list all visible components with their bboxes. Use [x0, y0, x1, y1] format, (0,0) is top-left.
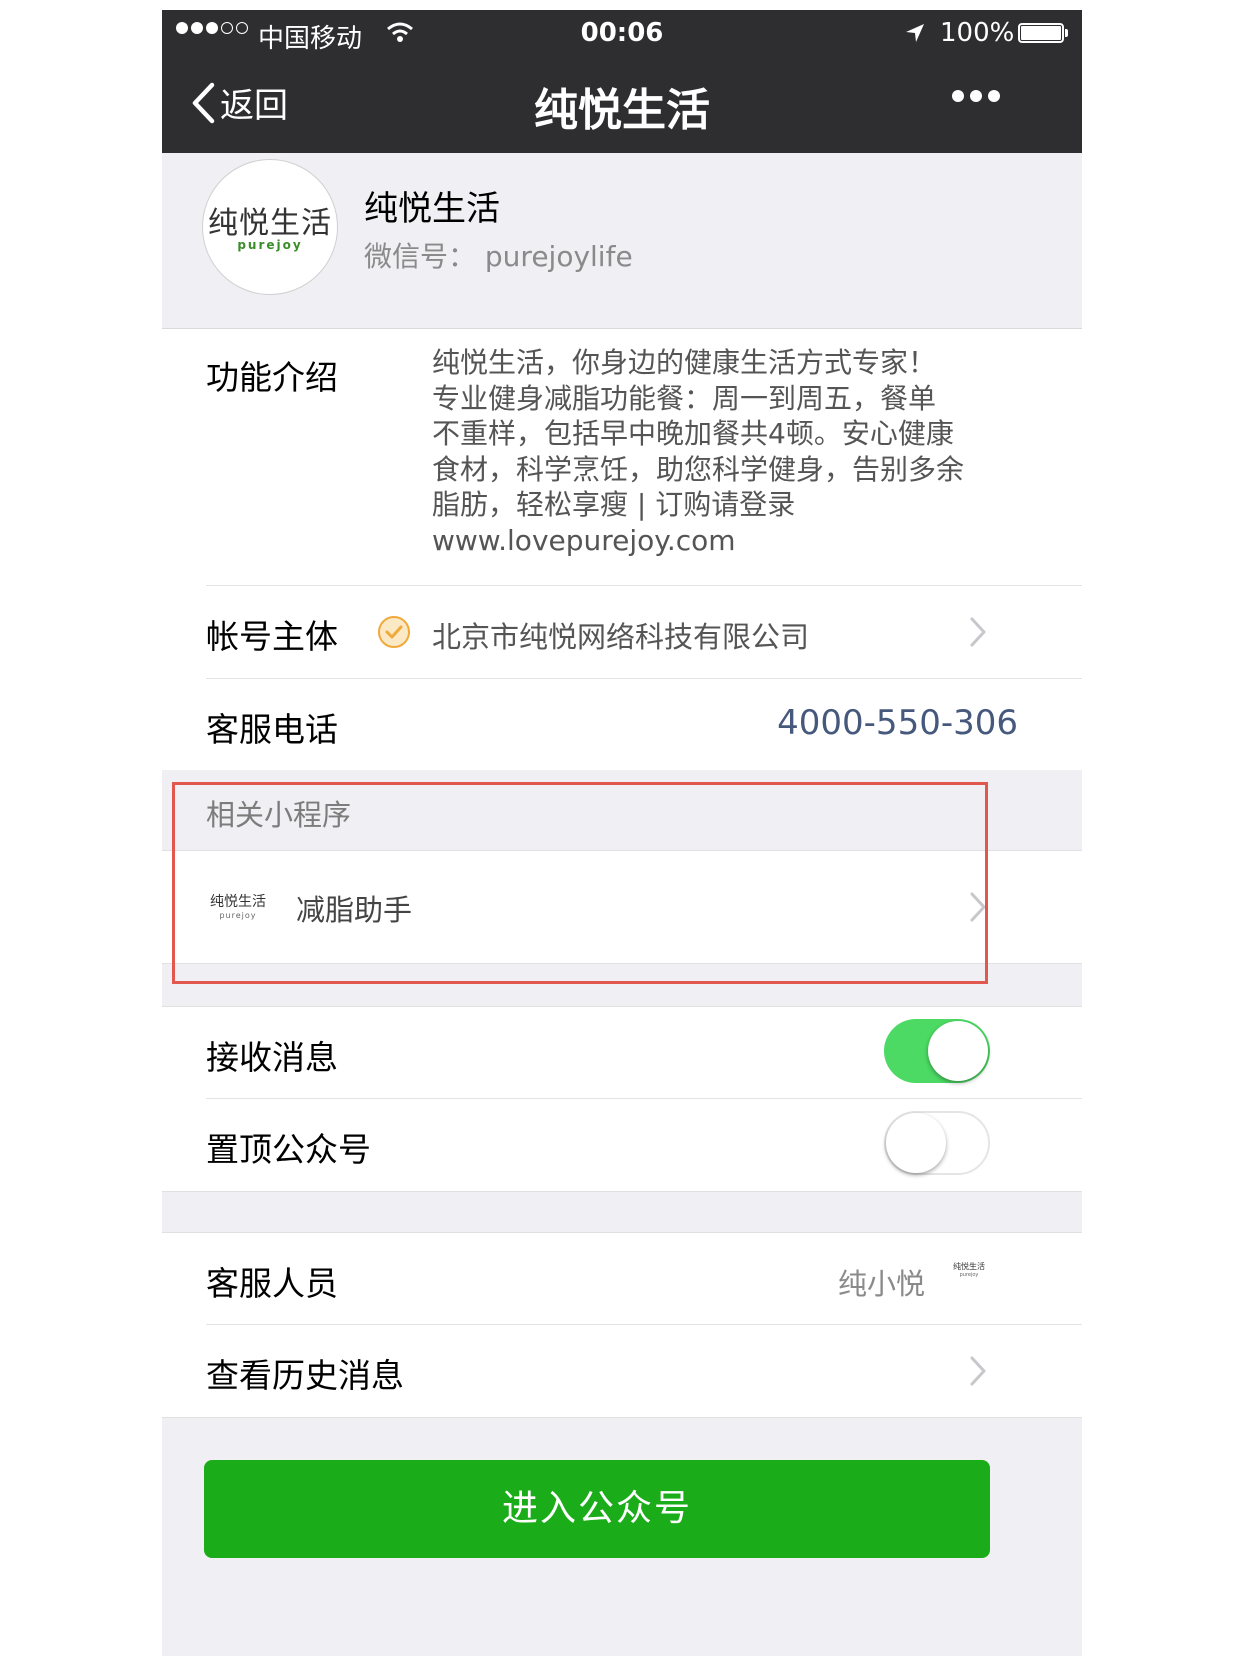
account-subject-label: 帐号主体 — [206, 617, 338, 656]
highlight-box — [172, 782, 988, 984]
battery-tip — [1065, 29, 1068, 37]
info-section: 功能介绍 纯悦生活，你身边的健康生活方式专家！ 专业健身减脂功能餐：周一到周五，… — [162, 329, 1082, 770]
wechat-id: 微信号： purejoylife — [364, 240, 633, 273]
pin-account-label: 置顶公众号 — [206, 1130, 371, 1169]
service-section: 客服人员 纯小悦 纯悦生活 purejoy 查看历史消息 — [162, 1232, 1082, 1418]
phone-screen: 中国移动 00:06 100% 返回 纯悦生活 纯悦生活 purejoy 纯悦生… — [162, 10, 1082, 1656]
intro-label: 功能介绍 — [206, 358, 338, 397]
status-bar: 中国移动 00:06 100% — [162, 10, 1082, 58]
account-subject-row[interactable]: 帐号主体 北京市纯悦网络科技有限公司 — [162, 586, 1082, 678]
avatar[interactable]: 纯悦生活 purejoy — [202, 159, 338, 295]
service-phone-number[interactable]: 4000-550-306 — [777, 703, 1018, 743]
location-arrow-icon — [906, 24, 924, 42]
settings-section: 接收消息 置顶公众号 — [162, 1006, 1082, 1192]
pin-account-row: 置顶公众号 — [162, 1099, 1082, 1191]
avatar-logo-text: 纯悦生活 — [208, 206, 332, 241]
account-name: 纯悦生活 — [364, 189, 500, 229]
battery-percent: 100% — [940, 18, 1015, 48]
intro-text: 纯悦生活，你身边的健康生活方式专家！ 专业健身减脂功能餐：周一到周五，餐单 不重… — [432, 346, 965, 557]
service-agent-name: 纯小悦 — [838, 1267, 926, 1301]
service-agent-row[interactable]: 客服人员 纯小悦 纯悦生活 purejoy — [162, 1233, 1082, 1324]
account-subject-value: 北京市纯悦网络科技有限公司 — [432, 620, 810, 654]
intro-row: 功能介绍 纯悦生活，你身边的健康生活方式专家！ 专业健身减脂功能餐：周一到周五，… — [162, 329, 1082, 585]
profile-header: 纯悦生活 purejoy 纯悦生活 微信号： purejoylife — [162, 153, 1082, 329]
history-messages-row[interactable]: 查看历史消息 — [162, 1325, 1082, 1417]
chevron-right-icon — [970, 617, 986, 647]
avatar-logo-subtext: purejoy — [237, 238, 303, 252]
receive-messages-toggle[interactable] — [884, 1019, 990, 1083]
battery-icon — [1018, 23, 1064, 43]
service-phone-label: 客服电话 — [206, 710, 338, 749]
more-options-icon[interactable] — [952, 90, 1000, 102]
navigation-bar: 中国移动 00:06 100% 返回 纯悦生活 — [162, 10, 1082, 153]
verified-badge-icon — [378, 616, 410, 648]
service-agent-label: 客服人员 — [206, 1264, 338, 1303]
service-phone-row[interactable]: 客服电话 4000-550-306 — [162, 679, 1082, 770]
history-messages-label: 查看历史消息 — [206, 1356, 404, 1395]
receive-messages-label: 接收消息 — [206, 1038, 338, 1077]
page-title: 纯悦生活 — [534, 85, 710, 136]
service-agent-avatar: 纯悦生活 purejoy — [953, 1262, 985, 1278]
pin-account-toggle[interactable] — [884, 1111, 990, 1175]
enter-account-button[interactable]: 进入公众号 — [204, 1460, 990, 1558]
receive-messages-row: 接收消息 — [162, 1007, 1082, 1098]
chevron-right-icon — [970, 1356, 986, 1386]
